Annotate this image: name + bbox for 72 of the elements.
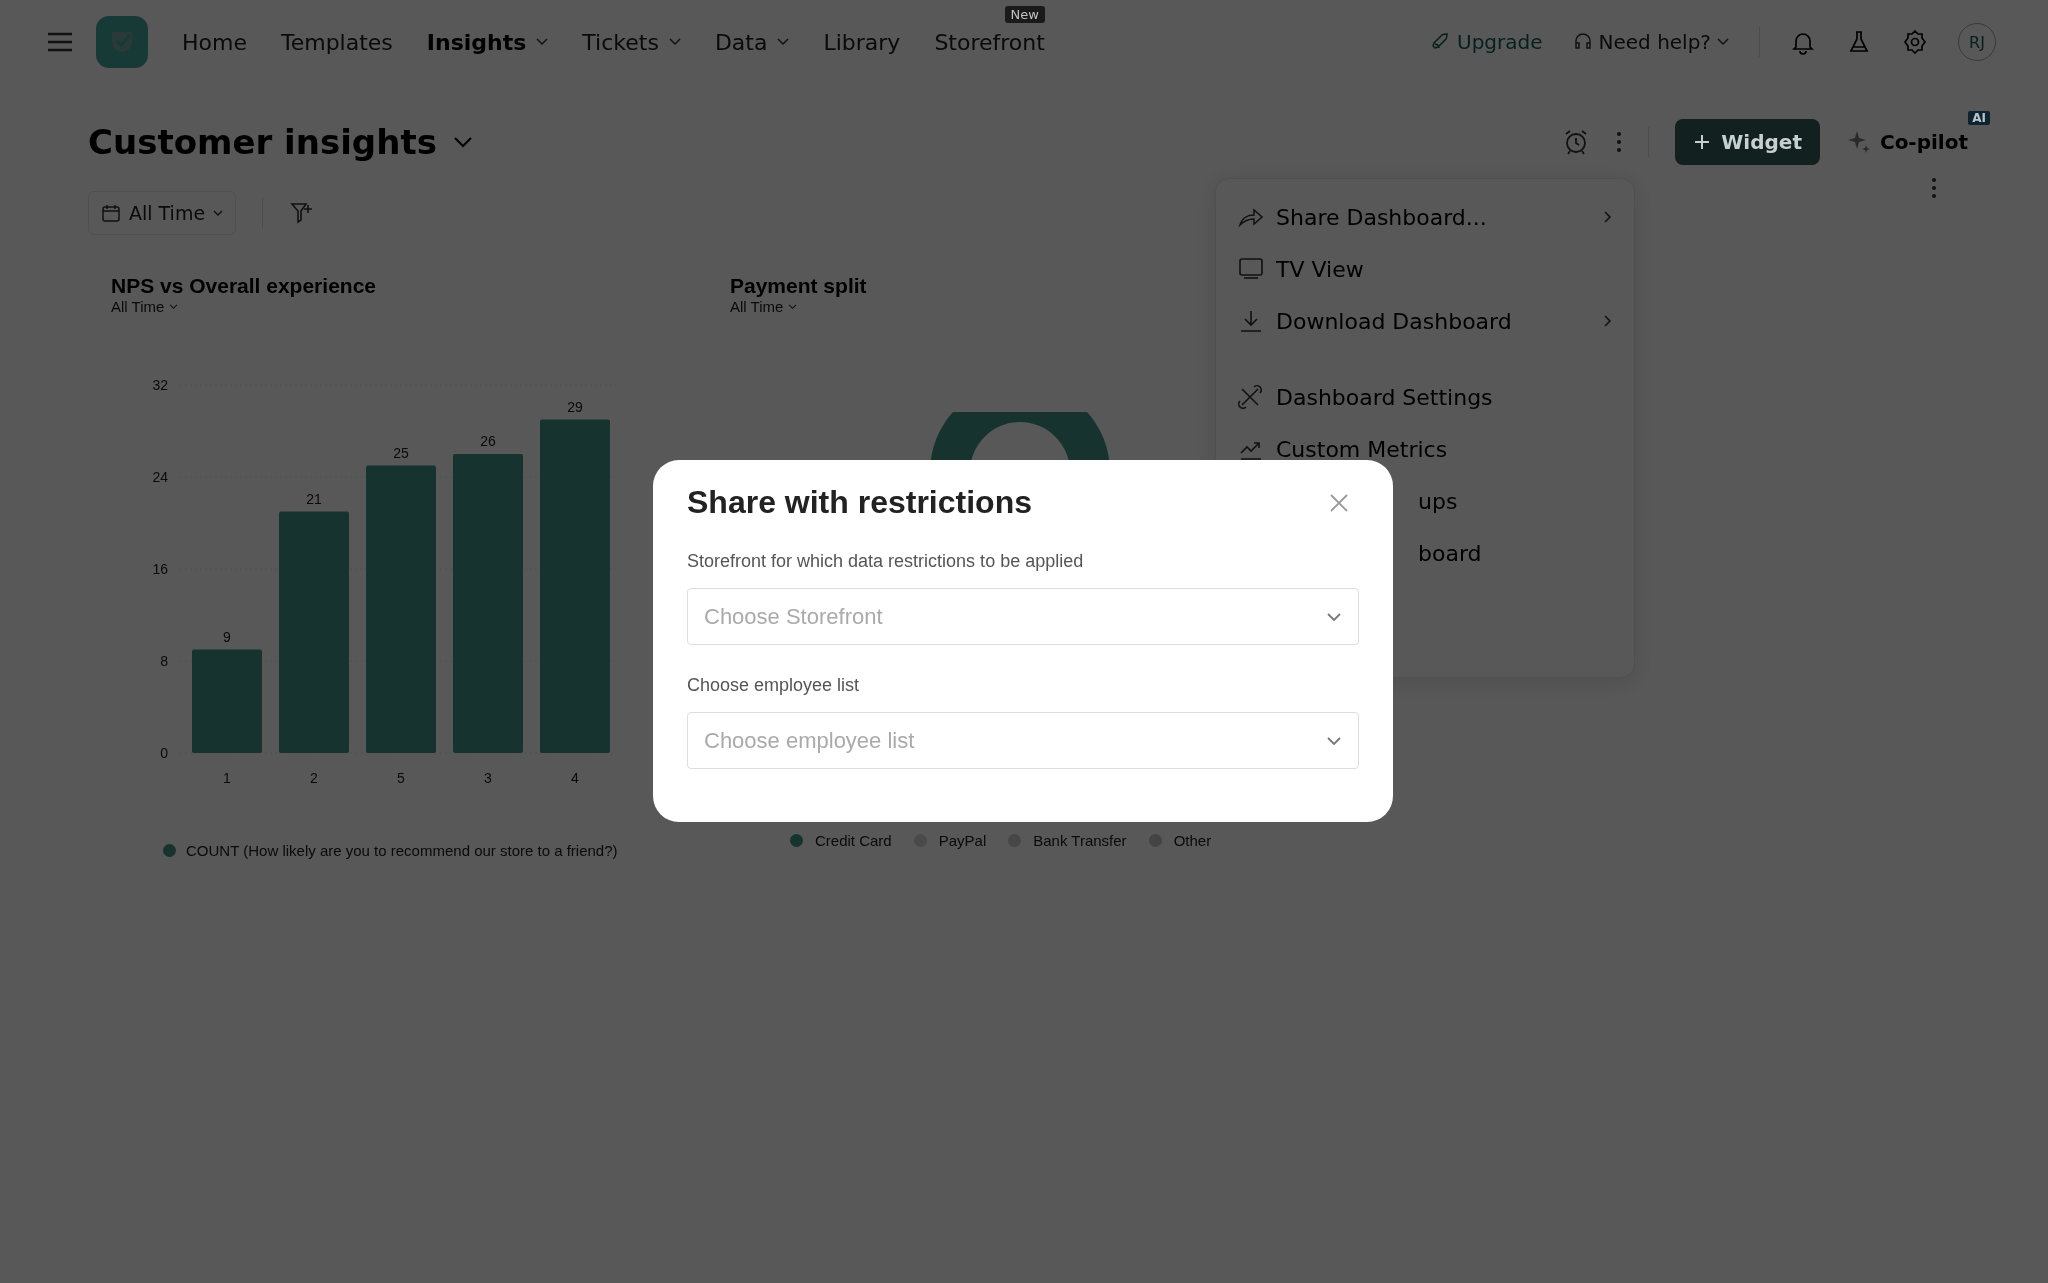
upgrade-link[interactable]: Upgrade: [1431, 30, 1543, 54]
chevron-icon: [452, 136, 473, 148]
x-axis-label: 2: [310, 770, 318, 786]
ai-badge: AI: [1968, 111, 1990, 125]
y-axis-label: 16: [152, 561, 168, 577]
headset-icon: [1572, 32, 1593, 52]
date-filter[interactable]: All Time: [88, 191, 237, 235]
field-label: Storefront for which data restrictions to be applied: [687, 551, 1085, 572]
nav-tab[interactable]: Templates: [280, 29, 393, 55]
dialog-title: Share with restrictions: [687, 484, 1032, 521]
menu-item[interactable]: Dashboard Settings: [1238, 371, 1612, 423]
chevron-icon: [788, 303, 798, 310]
x-axis-label: 1: [223, 770, 231, 786]
x-axis-label: 5: [397, 770, 405, 786]
logo-icon[interactable]: [96, 16, 148, 68]
nav-tab[interactable]: Home: [182, 29, 247, 55]
menu-item[interactable]: Download Dashboard: [1238, 295, 1612, 347]
x-axis-label: 4: [571, 770, 579, 786]
chevron-icon: [1717, 38, 1729, 46]
bar-value-label: 25: [393, 444, 409, 461]
dropdown-field[interactable]: Choose employee list: [687, 712, 1359, 769]
chevron-icon: [668, 38, 681, 46]
chevron-icon: [1326, 611, 1342, 622]
monitor-icon: [1238, 257, 1264, 281]
nav-tab[interactable]: Insights: [426, 29, 549, 55]
more-icon[interactable]: [1931, 177, 1937, 199]
menu-item[interactable]: Share Dashboard...: [1238, 191, 1612, 243]
bar-value-label: 29: [567, 398, 583, 415]
menu-item[interactable]: board: [1418, 540, 1482, 566]
y-axis-label: 8: [160, 653, 168, 669]
help-link[interactable]: Need help?: [1572, 30, 1729, 54]
dashboard-title[interactable]: Customer insights: [88, 122, 473, 162]
widget-title: Payment split: [730, 274, 867, 298]
chevron-icon: [777, 38, 790, 46]
legend-label: PayPal: [938, 832, 987, 849]
chevron-icon: [1326, 735, 1342, 746]
download-icon: [1238, 309, 1264, 333]
y-axis-label: 0: [160, 745, 168, 761]
add-widget-button[interactable]: Widget: [1675, 119, 1820, 165]
y-axis-label: 32: [152, 377, 168, 393]
x-axis-label: 3: [484, 770, 492, 786]
plus-icon: [1693, 133, 1712, 151]
more-icon[interactable]: [1616, 131, 1623, 153]
widget-title: NPS vs Overall experience: [111, 274, 376, 298]
close-icon[interactable]: [1329, 492, 1349, 513]
nav-tab[interactable]: Tickets: [582, 29, 681, 55]
legend-label: Bank Transfer: [1033, 832, 1127, 849]
chevron-right-icon: [1604, 315, 1612, 327]
menu-icon[interactable]: [46, 31, 74, 53]
menu-item[interactable]: TV View: [1238, 243, 1612, 295]
widget-time-filter[interactable]: All Time: [111, 298, 179, 315]
dropdown-field[interactable]: Choose Storefront: [687, 588, 1359, 645]
nav-tab[interactable]: Data: [714, 29, 790, 55]
legend-label: COUNT (How likely are you to recommend our store to a friend?): [186, 842, 618, 859]
menu-item[interactable]: Custom Metrics: [1238, 423, 1612, 475]
y-axis-label: 24: [152, 469, 168, 485]
nav-tab[interactable]: Library: [823, 29, 901, 55]
chevron-icon: [169, 303, 179, 310]
chevron-icon: [213, 209, 224, 217]
bar-value-label: 9: [223, 628, 231, 645]
field-label: Choose employee list: [687, 675, 861, 696]
new-badge: New: [1004, 5, 1045, 23]
legend-label: Other: [1173, 832, 1212, 849]
legend-label: Credit Card: [815, 832, 892, 849]
chevron-icon: [536, 38, 549, 46]
chevron-right-icon: [1604, 211, 1612, 223]
widget-time-filter[interactable]: All Time: [730, 298, 798, 315]
bar-value-label: 26: [480, 433, 496, 449]
calendar-icon: [101, 203, 121, 223]
bar-value-label: 21: [306, 490, 322, 507]
menu-item[interactable]: ups: [1418, 488, 1458, 514]
settings-icon[interactable]: [1902, 29, 1928, 55]
